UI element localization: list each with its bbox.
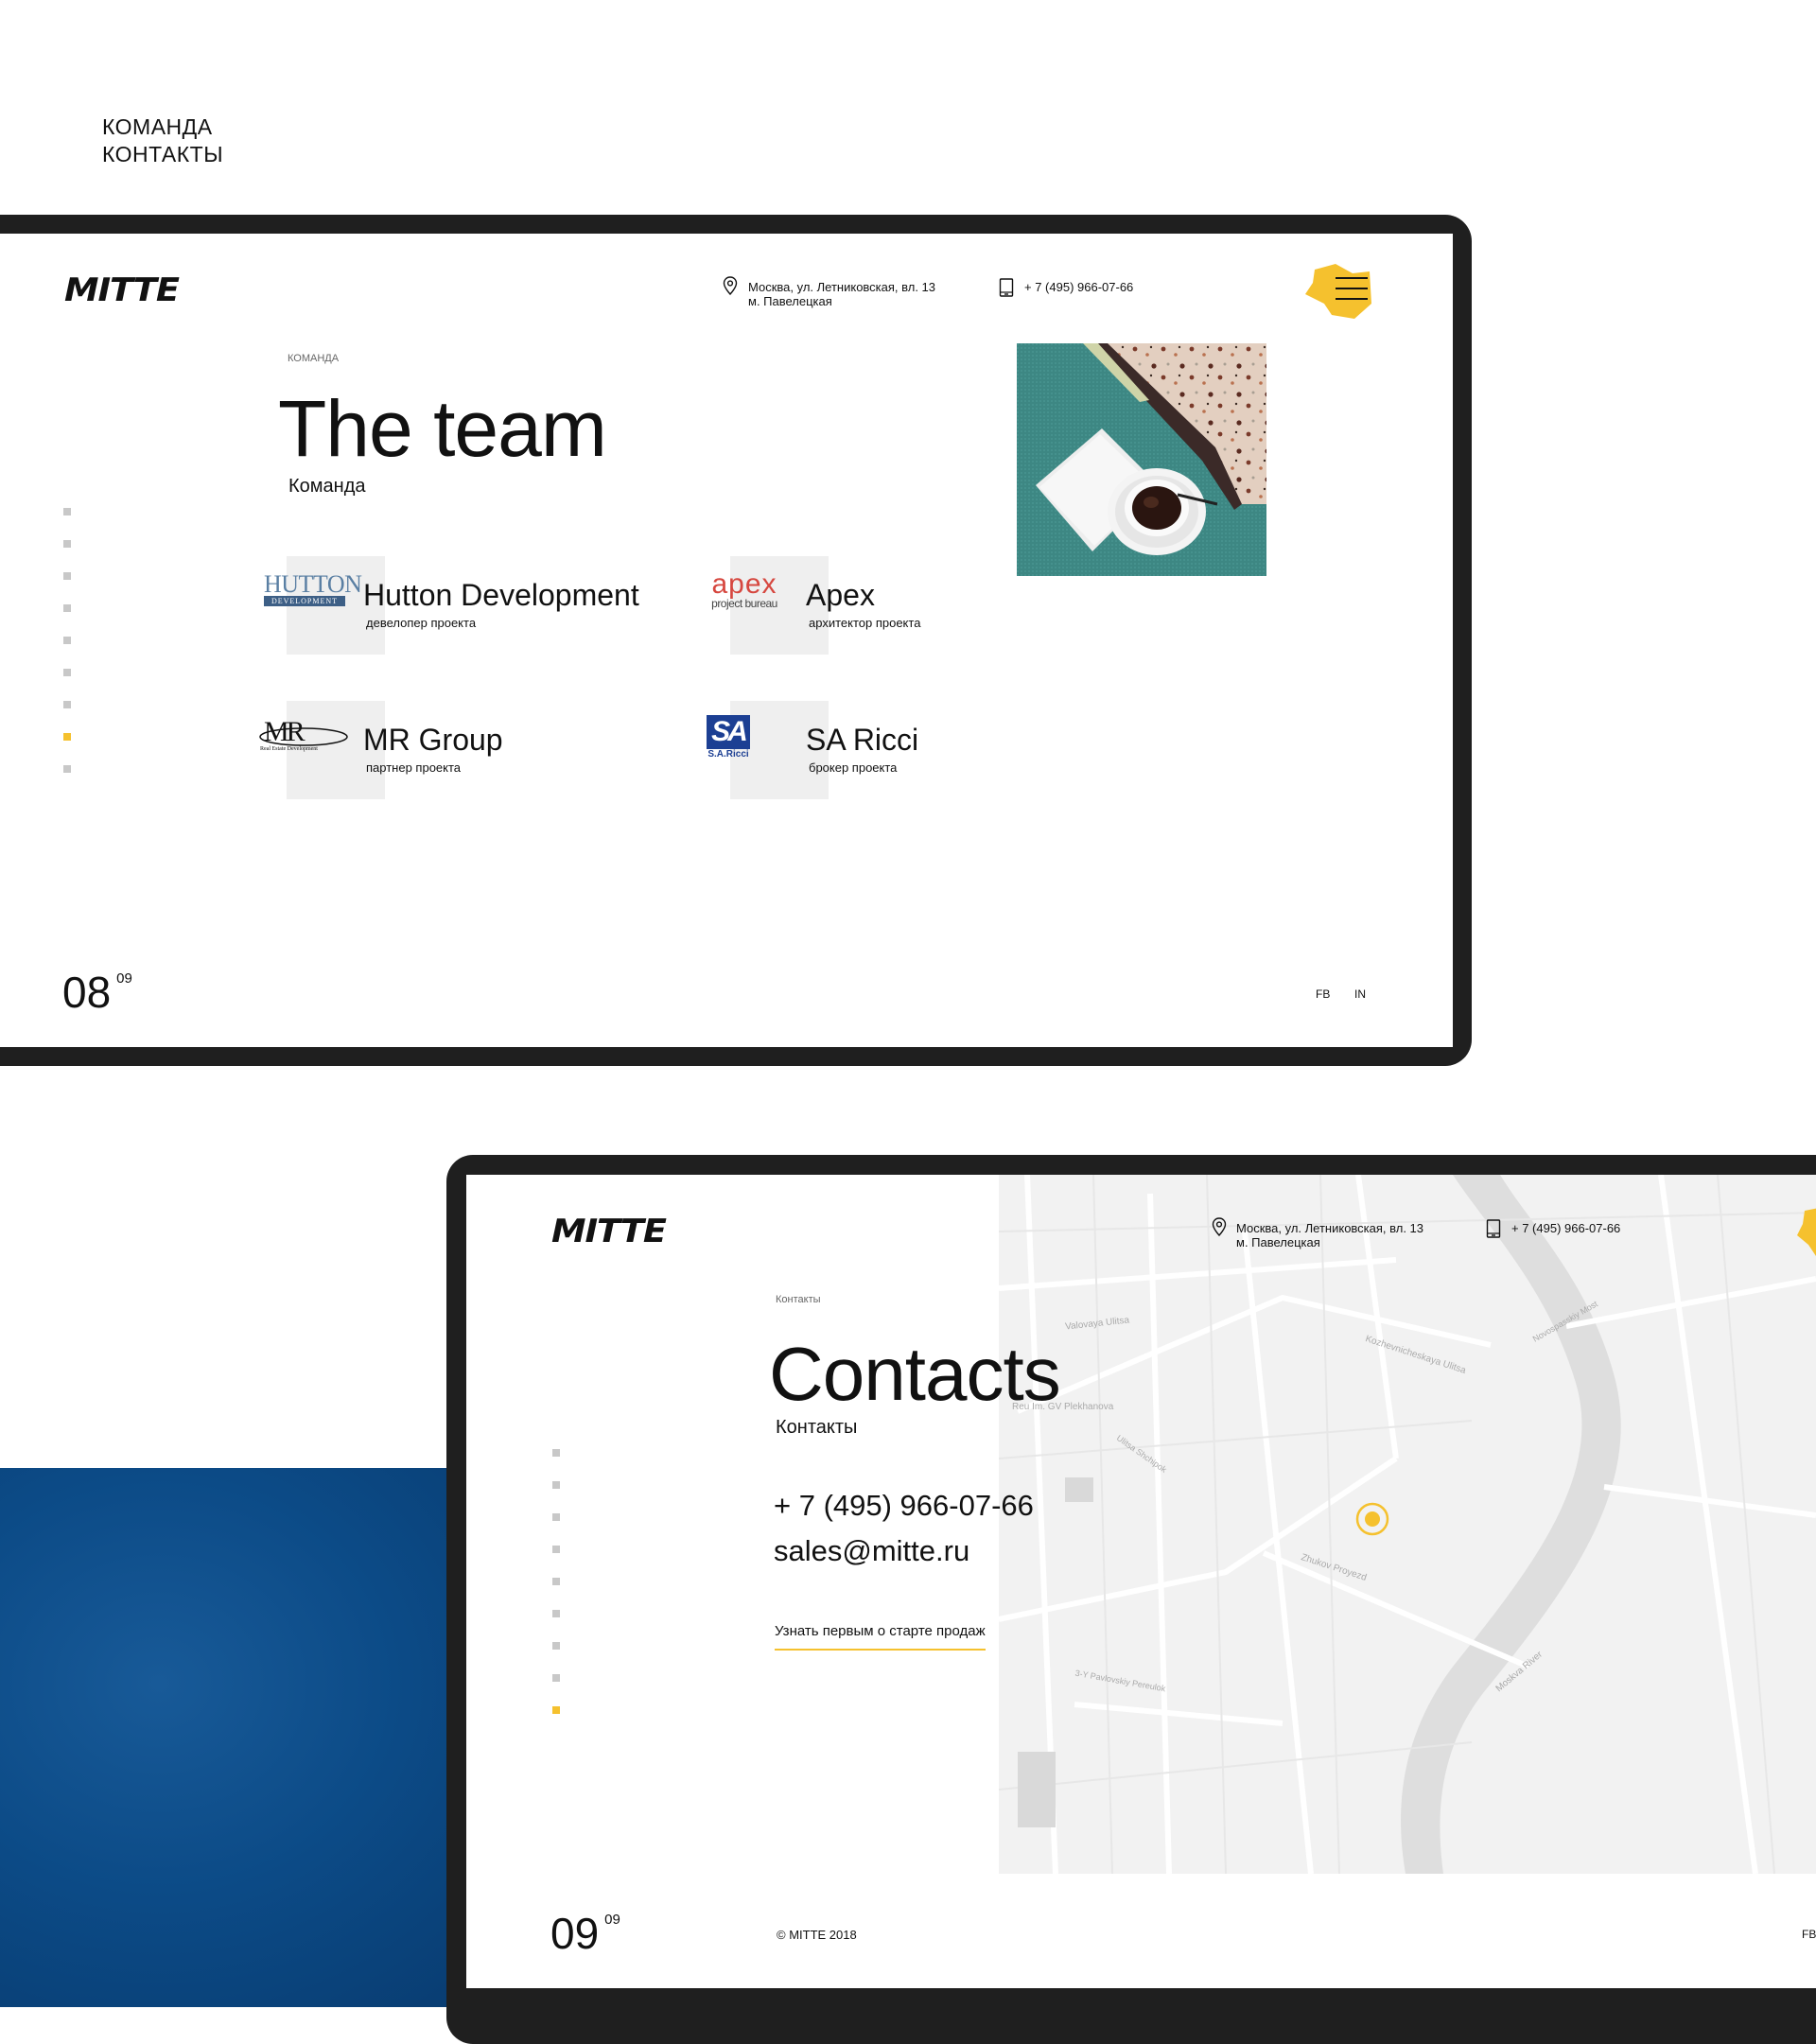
team-eyebrow: КОМАНДА (288, 353, 340, 364)
contacts-email[interactable]: sales@mitte.ru (774, 1534, 969, 1568)
yellow-blob-icon[interactable] (1795, 1203, 1816, 1264)
mr-group-logo: MR Real Estate Development (258, 718, 349, 756)
page-number: 09 09 (550, 1909, 620, 1958)
contacts-eyebrow: Контакты (776, 1294, 821, 1305)
contacts-phone[interactable]: + 7 (495) 966-07-66 (774, 1489, 1034, 1523)
map-streets (998, 1175, 1816, 1875)
partner-name[interactable]: Apex (806, 578, 875, 613)
team-title: The team (278, 384, 607, 473)
nav-dot[interactable] (63, 765, 71, 773)
nav-dot-active[interactable] (63, 733, 71, 741)
hutton-logo: HUTTON DEVELOPMENT (264, 570, 362, 606)
social-fb[interactable]: FB (1316, 987, 1330, 1001)
partner-role: архитектор проекта (809, 616, 921, 630)
nav-dot[interactable] (552, 1642, 560, 1650)
nav-dot-active[interactable] (552, 1706, 560, 1714)
location-pin-icon (1212, 1217, 1227, 1236)
page-number: 08 09 (62, 968, 132, 1017)
team-subtitle: Команда (288, 476, 366, 497)
nav-dot[interactable] (63, 540, 71, 548)
coffee-illustration (1017, 343, 1266, 576)
apex-logo: apex project bureau (711, 568, 777, 611)
screen-contacts: Valovaya Ulitsa Kozhevnicheskaya Ulitsa … (466, 1175, 1816, 1988)
nav-dot[interactable] (63, 508, 71, 515)
header-phone[interactable]: + 7 (495) 966-07-66 (1024, 280, 1133, 294)
map[interactable]: Valovaya Ulitsa Kozhevnicheskaya Ulitsa … (998, 1175, 1816, 1875)
nav-dot[interactable] (552, 1674, 560, 1682)
nav-dot[interactable] (552, 1449, 560, 1457)
nav-dot[interactable] (552, 1546, 560, 1553)
location-marker-icon[interactable] (1353, 1500, 1391, 1538)
notify-sales-link[interactable]: Узнать первым о старте продаж (775, 1623, 986, 1651)
nav-dot[interactable] (552, 1513, 560, 1521)
social-in[interactable]: IN (1354, 987, 1366, 1001)
phone-icon (1486, 1219, 1501, 1238)
location-pin-icon (723, 276, 738, 295)
nav-dot[interactable] (552, 1481, 560, 1489)
logo[interactable]: MITTE (64, 271, 180, 309)
phone-icon (999, 278, 1014, 297)
partner-role: брокер проекта (809, 760, 898, 775)
section-dots-contacts (552, 1449, 560, 1738)
nav-dot[interactable] (552, 1610, 560, 1617)
nav-label-team[interactable]: КОМАНДА (102, 114, 223, 141)
section-dots-team (63, 508, 71, 797)
header-phone[interactable]: + 7 (495) 966-07-66 (1511, 1221, 1620, 1235)
yellow-blob-icon (1305, 264, 1371, 319)
menu-button[interactable] (1301, 262, 1373, 323)
contacts-title: Contacts (769, 1332, 1061, 1416)
partner-role: девелопер проекта (366, 616, 477, 630)
contacts-subtitle: Контакты (776, 1417, 858, 1438)
burger-icon (1336, 277, 1368, 279)
map-edge (999, 1175, 1056, 1260)
screen-team: MITTE Москва, ул. Летниковская, вл. 13 м… (0, 234, 1453, 1047)
logo[interactable]: MITTE (551, 1213, 667, 1250)
partner-name[interactable]: MR Group (363, 723, 503, 758)
nav-dot[interactable] (63, 637, 71, 644)
nav-dot[interactable] (63, 604, 71, 612)
nav-dot[interactable] (63, 572, 71, 580)
partner-name[interactable]: SA Ricci (806, 723, 918, 758)
coffee-photo (1017, 343, 1266, 576)
nav-label-contacts[interactable]: КОНТАКТЫ (102, 141, 223, 168)
social-fb[interactable]: FB (1802, 1928, 1816, 1941)
partner-name[interactable]: Hutton Development (363, 578, 639, 613)
copyright: © MITTE 2018 (777, 1928, 857, 1942)
partner-role: партнер проекта (366, 760, 462, 775)
nav-dot[interactable] (552, 1578, 560, 1585)
header-address: Москва, ул. Летниковская, вл. 13 м. Паве… (748, 280, 936, 308)
section-labels: КОМАНДА КОНТАКТЫ (102, 114, 223, 168)
nav-dot[interactable] (63, 669, 71, 676)
nav-dot[interactable] (63, 701, 71, 708)
sa-ricci-logo: SA S.A.Ricci (707, 715, 750, 760)
header-address: Москва, ул. Летниковская, вл. 13 м. Паве… (1236, 1221, 1424, 1249)
